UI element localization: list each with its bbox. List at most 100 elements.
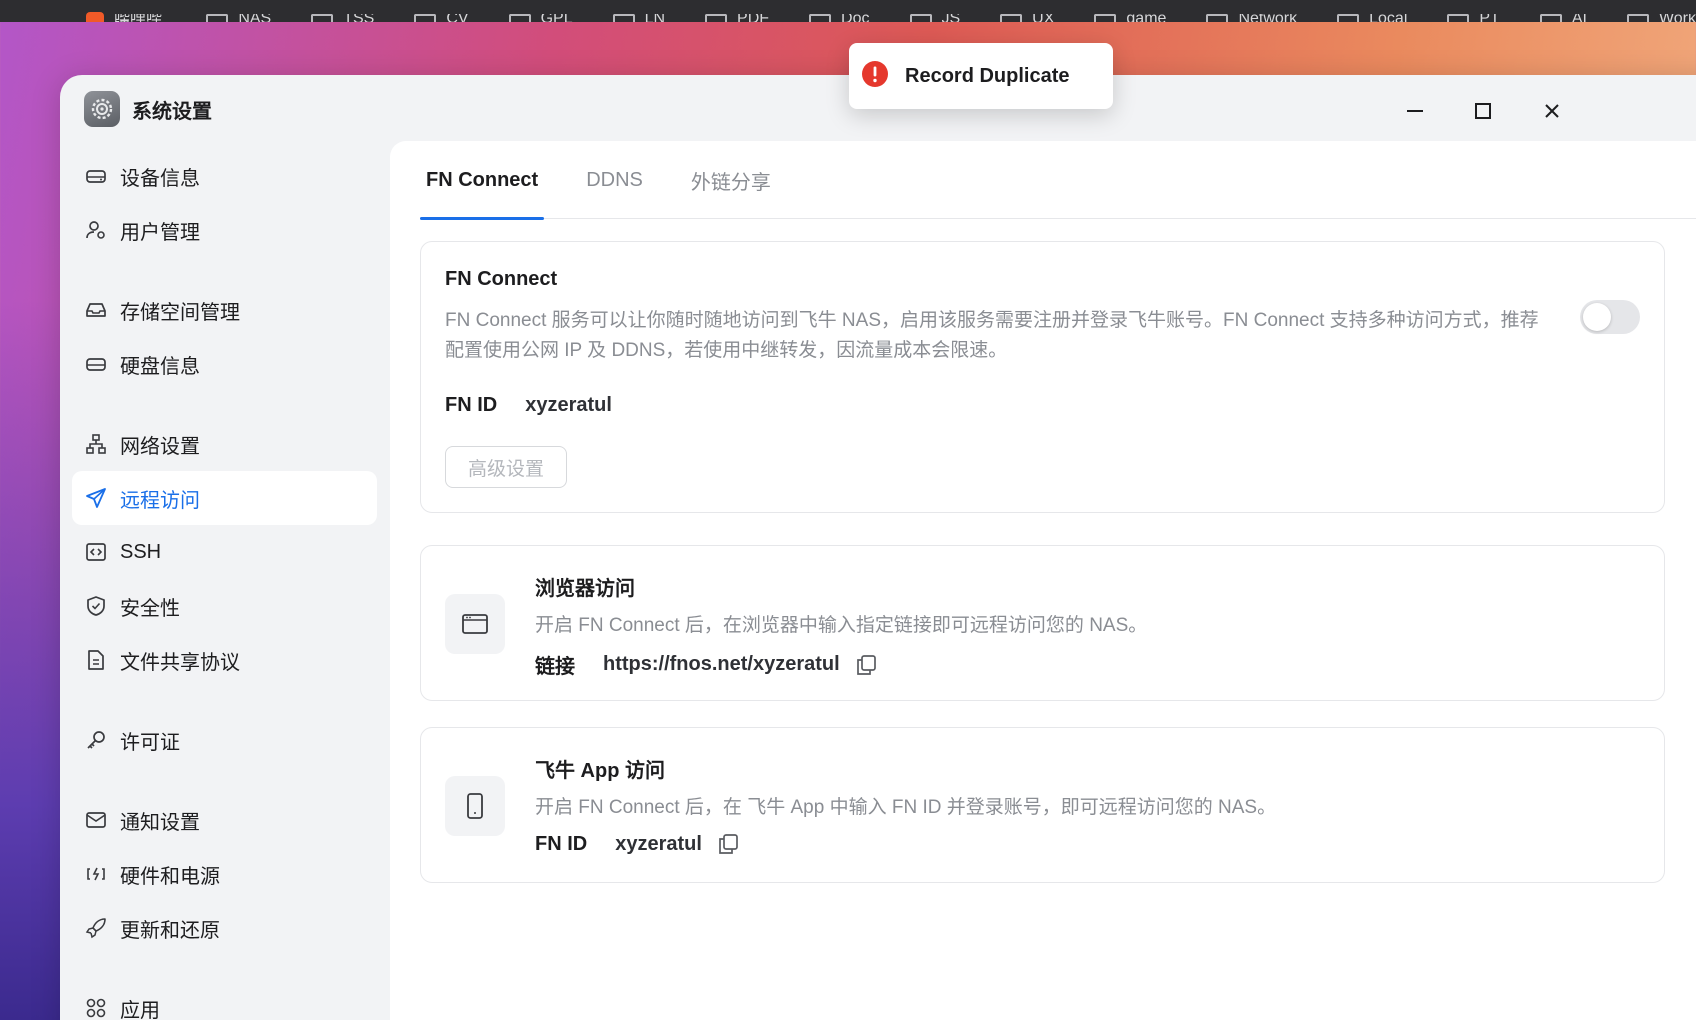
browser-access-card: 浏览器访问 开启 FN Connect 后，在浏览器中输入指定链接即可远程访问您… xyxy=(420,545,1665,701)
tab-external-share[interactable]: 外链分享 xyxy=(685,141,777,219)
bookmark-folder[interactable]: Doc xyxy=(809,0,870,22)
fn-connect-description: FN Connect 服务可以让你随时随地访问到飞牛 NAS，启用该服务需要注册… xyxy=(445,310,1539,361)
sidebar-item-label: 应用 xyxy=(120,999,160,1020)
sidebar-item-device-info[interactable]: 设备信息 xyxy=(72,149,377,203)
app-access-card: 飞牛 App 访问 开启 FN Connect 后，在 飞牛 App 中输入 F… xyxy=(420,727,1665,883)
toast-message: Record Duplicate xyxy=(905,64,1070,87)
sidebar-item-ssh[interactable]: SSH xyxy=(72,525,377,579)
error-icon xyxy=(861,60,889,93)
browser-access-title: 浏览器访问 xyxy=(535,578,635,600)
sidebar-item-notifications[interactable]: 通知设置 xyxy=(72,793,377,847)
sidebar-item-label: 用户管理 xyxy=(120,221,200,244)
bookmark-folder[interactable]: JS xyxy=(909,0,960,22)
settings-gear-icon xyxy=(84,91,120,127)
folder-icon xyxy=(1337,14,1360,22)
folder-icon xyxy=(206,14,229,22)
app-access-title: 飞牛 App 访问 xyxy=(535,760,665,782)
folder-icon xyxy=(1000,14,1023,22)
sidebar-item-label: 存储空间管理 xyxy=(120,301,240,324)
app-fn-id-row: FN ID xyzeratul xyxy=(535,832,740,856)
tab-fn-connect[interactable]: FN Connect xyxy=(420,141,545,220)
folder-icon xyxy=(414,14,437,22)
sidebar-item-label: 网络设置 xyxy=(120,435,200,458)
bookmark-folder[interactable]: Work xyxy=(1626,0,1696,22)
power-icon xyxy=(84,862,108,886)
bookmark-folder[interactable]: CV xyxy=(414,0,469,22)
sidebar-item-apps[interactable]: 应用 xyxy=(72,981,377,1020)
bookmark-folder[interactable]: game xyxy=(1094,0,1166,22)
sidebar-item-user-management[interactable]: 用户管理 xyxy=(72,203,377,257)
folder-icon xyxy=(1094,14,1117,22)
bookmark-partial[interactable] xyxy=(40,0,46,22)
folder-icon xyxy=(909,14,932,22)
maximize-button[interactable] xyxy=(1465,93,1501,129)
sidebar-item-label: 更新和还原 xyxy=(120,919,220,942)
folder-icon xyxy=(705,14,728,22)
folder-icon xyxy=(1447,14,1470,22)
sidebar-item-disk-info[interactable]: 硬盘信息 xyxy=(72,337,377,391)
sidebar-item-label: 许可证 xyxy=(120,731,180,754)
copy-link-icon[interactable] xyxy=(854,653,878,677)
sidebar-item-label: SSH xyxy=(120,540,162,563)
bookmark-folder[interactable]: Network xyxy=(1206,0,1297,22)
key-icon xyxy=(84,728,108,752)
sidebar-item-license[interactable]: 许可证 xyxy=(72,713,377,767)
sidebar-item-label: 硬件和电源 xyxy=(120,865,220,888)
sidebar-item-update-restore[interactable]: 更新和还原 xyxy=(72,901,377,955)
remote-access-panel: FN Connect DDNS 外链分享 FN Connect FN Conne… xyxy=(390,141,1696,1020)
bookmark-folder[interactable]: NAS xyxy=(206,0,271,22)
sidebar-item-remote-access[interactable]: 远程访问 xyxy=(72,471,377,525)
send-icon xyxy=(84,486,108,510)
mail-icon xyxy=(84,808,108,832)
network-icon xyxy=(84,432,108,456)
bookmark-bilibili[interactable]: 哔哩哔哩 xyxy=(86,0,166,22)
bookmark-folder[interactable]: UX xyxy=(1000,0,1054,22)
link-value[interactable]: https://fnos.net/xyzeratul xyxy=(603,653,840,676)
drive-icon xyxy=(84,164,108,188)
bookmark-folder[interactable]: GPL xyxy=(508,0,573,22)
hdd-icon xyxy=(84,352,108,376)
sidebar-item-file-sharing[interactable]: 文件共享协议 xyxy=(72,633,377,687)
document-icon xyxy=(84,648,108,672)
folder-icon xyxy=(1626,14,1649,22)
sidebar-item-network[interactable]: 网络设置 xyxy=(72,417,377,471)
bookmark-folder[interactable]: PDF xyxy=(705,0,769,22)
bookmark-folder[interactable]: PT xyxy=(1447,0,1500,22)
fn-connect-toggle[interactable] xyxy=(1580,300,1640,334)
app-fn-id-value[interactable]: xyzeratul xyxy=(615,833,702,856)
bookmark-folder[interactable]: TSS xyxy=(311,0,374,22)
link-row: 链接 https://fnos.net/xyzeratul xyxy=(535,650,878,679)
bookmark-folder[interactable]: Local xyxy=(1337,0,1407,22)
folder-icon xyxy=(1206,14,1229,22)
folder-icon xyxy=(612,14,635,22)
inbox-icon xyxy=(84,298,108,322)
copy-id-icon[interactable] xyxy=(716,832,740,856)
fn-connect-card: FN Connect FN Connect 服务可以让你随时随地访问到飞牛 NA… xyxy=(420,241,1665,513)
browser-access-description: 开启 FN Connect 后，在浏览器中输入指定链接即可远程访问您的 NAS。 xyxy=(535,615,1148,636)
fn-id-row: FN ID xyzeratul xyxy=(445,394,612,417)
bilibili-icon xyxy=(86,12,104,22)
app-access-description: 开启 FN Connect 后，在 飞牛 App 中输入 FN ID 并登录账号… xyxy=(535,797,1277,818)
sidebar-item-security[interactable]: 安全性 xyxy=(72,579,377,633)
settings-sidebar: 设备信息 用户管理 存储空间管理 硬盘信息 网络设置 远程访问 SSH 安全性 … xyxy=(72,149,377,1020)
advanced-settings-button[interactable]: 高级设置 xyxy=(445,446,567,488)
app-fn-id-label: FN ID xyxy=(535,832,588,855)
tab-bar: FN Connect DDNS 外链分享 xyxy=(420,141,1696,220)
minimize-button[interactable] xyxy=(1397,93,1433,129)
sidebar-item-label: 安全性 xyxy=(120,597,180,620)
sidebar-item-storage[interactable]: 存储空间管理 xyxy=(72,283,377,337)
settings-window: 系统设置 设备信息 用户管理 存储空间管理 硬盘信息 网络设置 远程访问 SSH… xyxy=(60,75,1696,1020)
bookmark-folder[interactable]: AI xyxy=(1539,0,1587,22)
window-titlebar: 系统设置 xyxy=(84,91,212,127)
apps-icon xyxy=(84,996,108,1020)
sidebar-item-label: 设备信息 xyxy=(120,167,200,190)
close-button[interactable] xyxy=(1534,93,1570,129)
bookmark-folder[interactable]: LN xyxy=(612,0,665,22)
bookmarks-bar: 哔哩哔哩 NAS TSS CV GPL LN PDF Doc JS UX gam… xyxy=(0,0,1696,22)
tab-ddns[interactable]: DDNS xyxy=(580,141,649,219)
user-gear-icon xyxy=(84,218,108,242)
window-title: 系统设置 xyxy=(132,100,212,123)
sidebar-item-hardware-power[interactable]: 硬件和电源 xyxy=(72,847,377,901)
folder-icon xyxy=(1539,14,1562,22)
sidebar-item-label: 远程访问 xyxy=(120,489,200,512)
